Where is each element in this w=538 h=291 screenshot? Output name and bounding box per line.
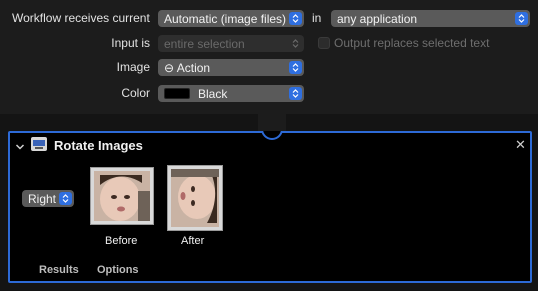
direction-popup[interactable]: Right (22, 190, 74, 207)
connector-cover (258, 110, 286, 131)
before-image (90, 167, 154, 225)
color-value: Black (198, 86, 228, 101)
color-row: Color (60, 83, 150, 103)
application-popup[interactable]: any application (331, 10, 530, 27)
after-image (167, 165, 223, 231)
output-replaces-checkbox[interactable] (318, 37, 330, 49)
application-value: any application (337, 11, 418, 26)
receives-popup[interactable]: Automatic (image files) (158, 10, 304, 27)
up-down-arrows-icon (289, 37, 302, 50)
input-is-label: Input is (111, 36, 150, 50)
after-caption: After (181, 235, 205, 247)
image-value: ⊖ Action (164, 60, 211, 75)
image-popup[interactable]: ⊖ Action (158, 59, 304, 76)
before-caption: Before (105, 235, 138, 247)
color-swatch (164, 88, 190, 99)
up-down-arrows-icon (59, 192, 72, 205)
receives-label: Workflow receives current (12, 11, 150, 25)
up-down-arrows-icon (289, 87, 302, 100)
direction-value: Right (28, 191, 57, 206)
action-title: Rotate Images (54, 138, 143, 153)
color-popup[interactable]: Black (158, 85, 304, 102)
in-row: in (312, 8, 321, 28)
output-replaces-label: Output replaces selected text (334, 36, 490, 50)
image-row: Image (60, 57, 150, 77)
chevron-down-icon[interactable] (15, 140, 25, 154)
up-down-arrows-icon (515, 12, 528, 25)
tab-options[interactable]: Options (97, 264, 139, 276)
receives-row: Workflow receives current (12, 8, 150, 28)
receives-value: Automatic (image files) (164, 11, 287, 26)
color-label: Color (121, 86, 150, 100)
output-replaces-row: Output replaces selected text (334, 33, 489, 53)
in-label: in (312, 11, 322, 25)
tab-results[interactable]: Results (39, 264, 79, 276)
close-icon[interactable]: ✕ (515, 137, 526, 153)
image-label: Image (116, 60, 150, 74)
action-panel (8, 131, 532, 283)
up-down-arrows-icon (289, 12, 302, 25)
up-down-arrows-icon (289, 61, 302, 74)
automator-action-icon (31, 137, 47, 151)
input-is-row: Input is (60, 33, 150, 53)
input-is-popup[interactable]: entire selection (158, 35, 304, 52)
input-is-value: entire selection (164, 36, 245, 51)
